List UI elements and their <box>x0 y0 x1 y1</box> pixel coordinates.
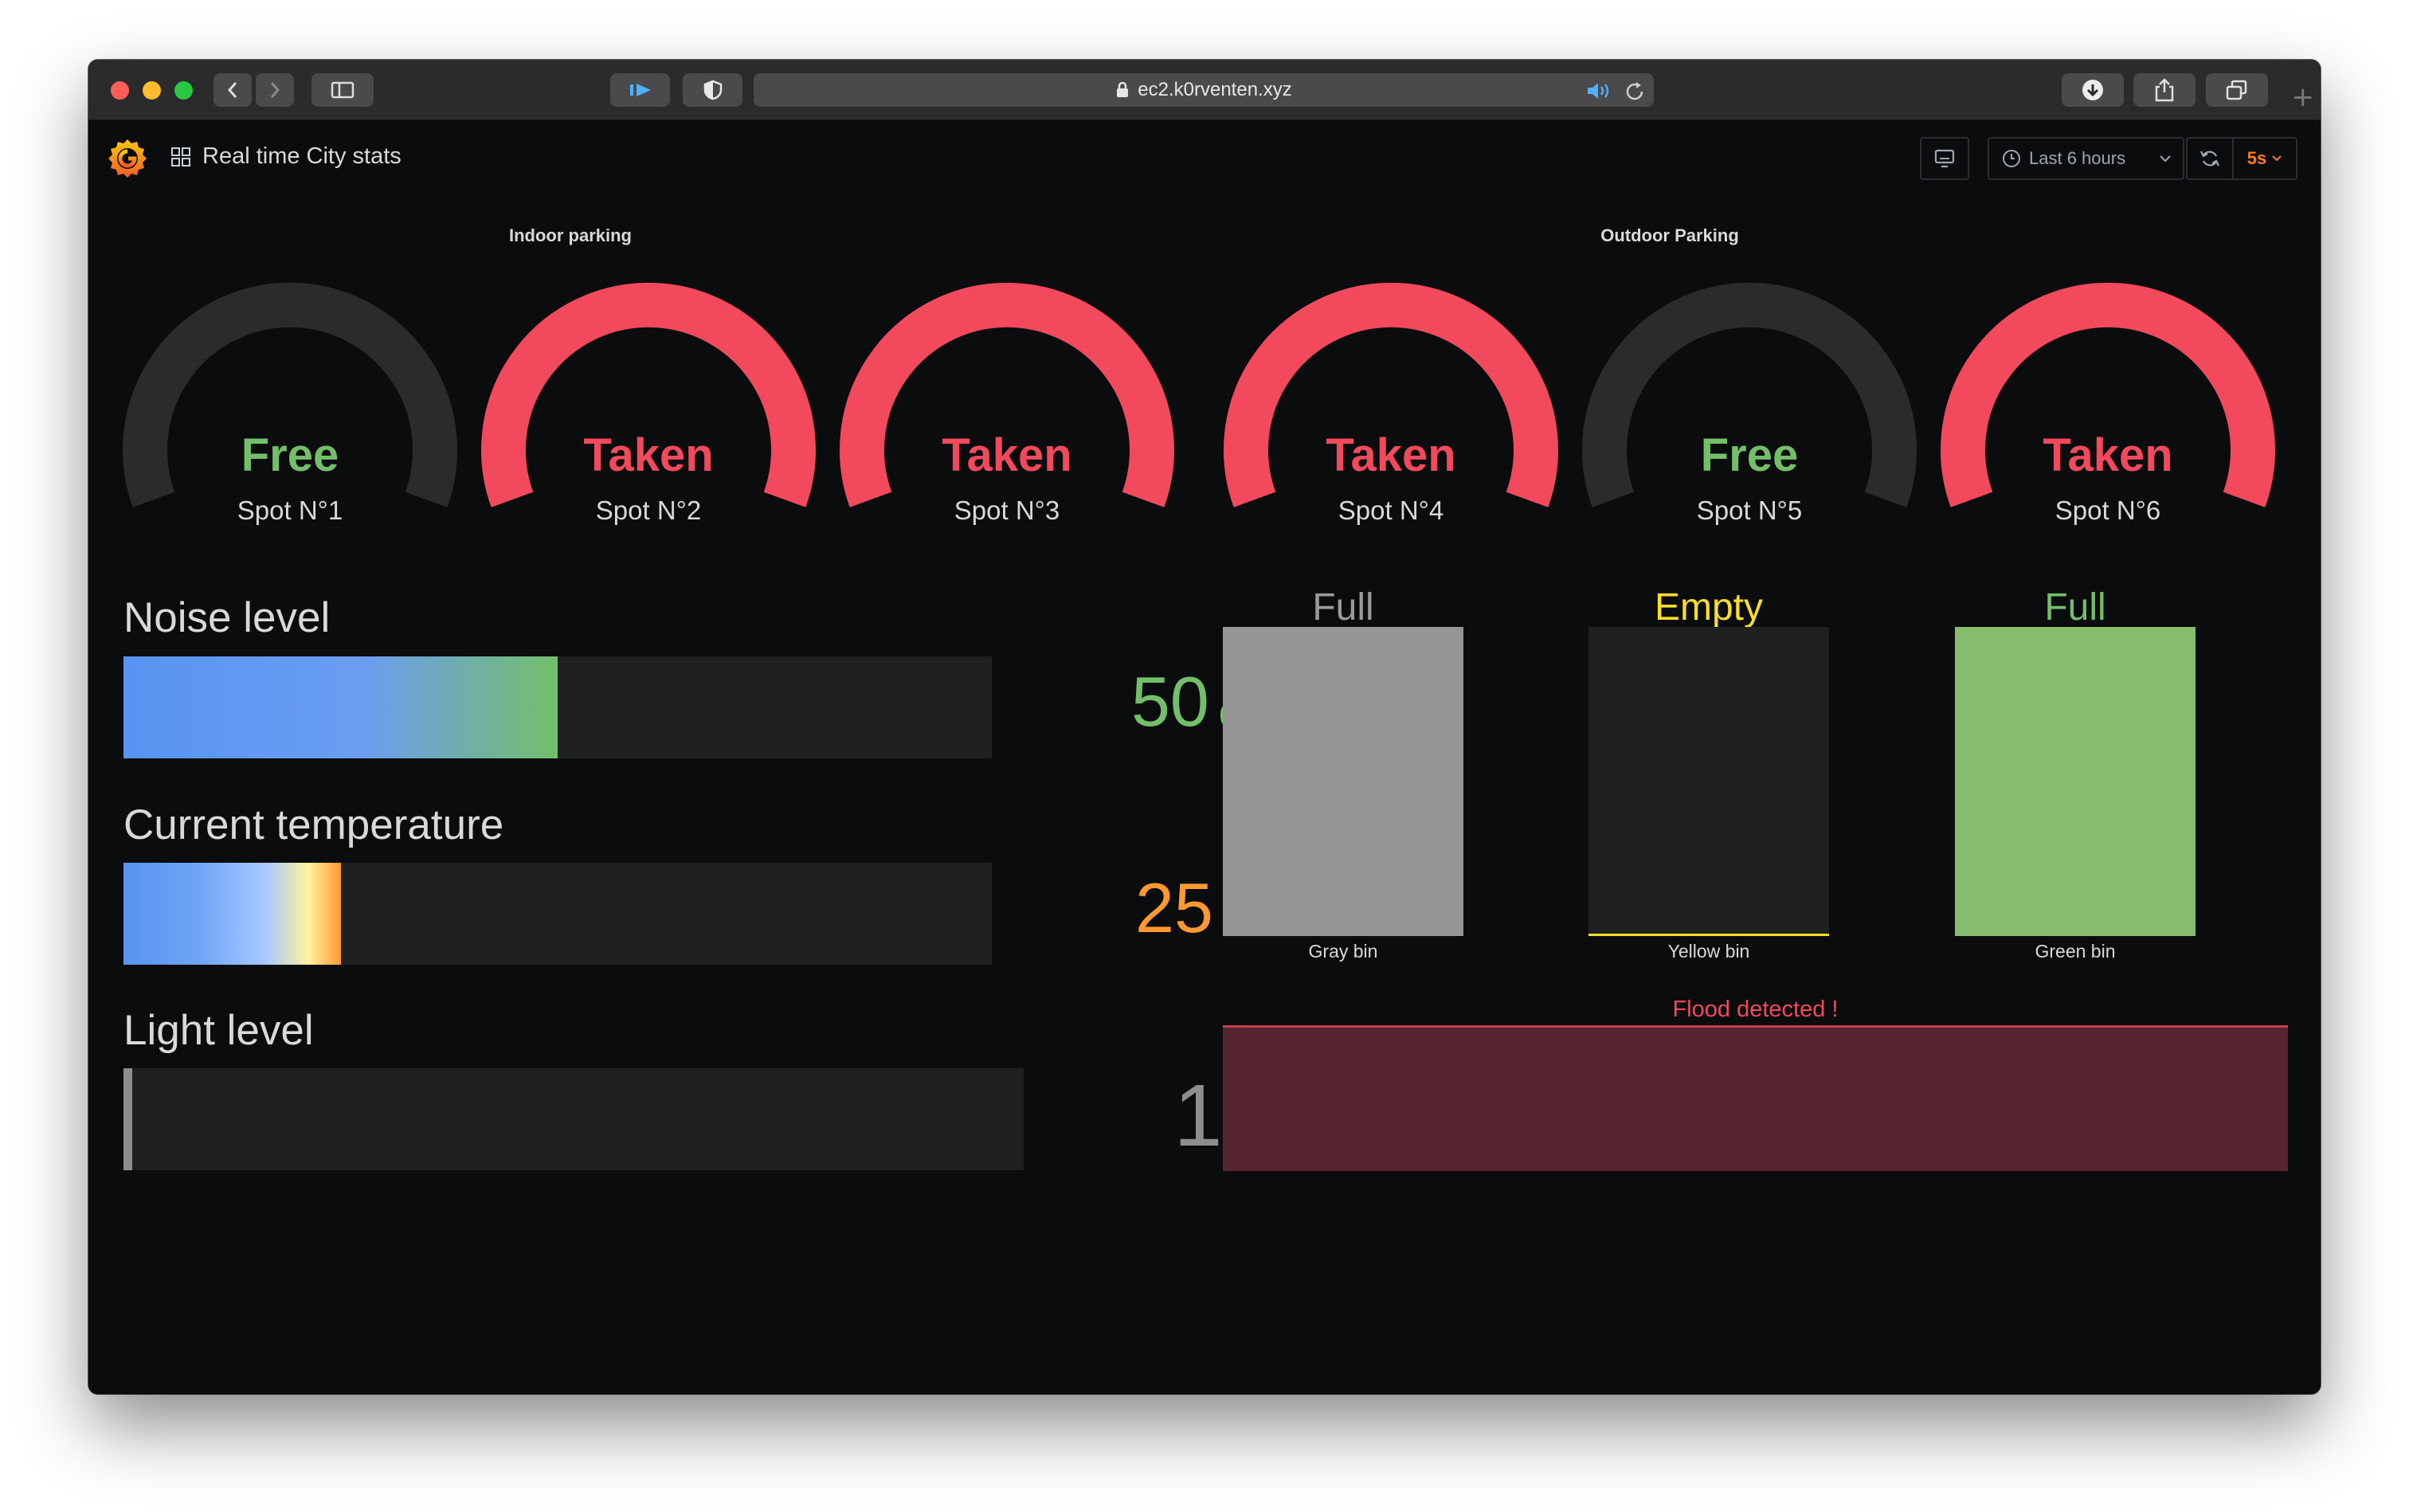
noise-value-number: 50 <box>1130 662 1209 741</box>
tabs-overview-button[interactable] <box>2206 73 2268 107</box>
chevron-down-icon <box>2160 155 2171 163</box>
parking-gauge-spot-3: Taken Spot N°3 <box>832 279 1182 574</box>
minimize-window-button[interactable] <box>143 81 161 100</box>
parking-spot-label: Spot N°6 <box>2055 496 2161 525</box>
back-button[interactable] <box>213 73 252 107</box>
bin-level-fill <box>1955 627 2196 936</box>
light-value-number: 1 <box>1173 1067 1223 1165</box>
flood-alert-panel <box>1223 1025 2288 1171</box>
sidebar-icon <box>331 81 354 99</box>
parking-spot-label: Spot N°1 <box>237 496 343 525</box>
url-text: ec2.k0rventen.xyz <box>1138 79 1292 100</box>
parking-status-value: Taken <box>583 429 714 481</box>
lock-icon <box>1117 81 1129 97</box>
time-range-label: Last 6 hours <box>2029 148 2126 168</box>
refresh-interval-picker[interactable]: 5s <box>2232 137 2297 180</box>
new-tab-icon[interactable]: + <box>2292 84 2315 111</box>
parking-gauge-spot-1: Free Spot N°1 <box>115 279 465 574</box>
reload-icon[interactable] <box>1624 80 1647 103</box>
light-level-bar <box>123 1068 1024 1170</box>
downloads-button[interactable] <box>2062 73 2124 107</box>
sidebar-toggle-button[interactable] <box>311 73 374 107</box>
parking-status-value: Taken <box>942 429 1072 481</box>
indoor-parking-title: Indoor parking <box>509 225 632 245</box>
download-icon <box>2082 80 2103 100</box>
bin-label: Green bin <box>2035 941 2116 962</box>
refresh-interval-label: 5s <box>2246 148 2267 168</box>
bin-level-box <box>1223 627 1463 936</box>
dashboard-grid-icon <box>171 147 190 166</box>
address-bar[interactable]: ec2.k0rventen.xyz <box>754 73 1654 107</box>
share-button[interactable] <box>2133 73 2196 107</box>
bin-level-fill <box>1223 627 1463 936</box>
light-level-fill <box>123 1068 133 1170</box>
shield-icon <box>703 80 722 100</box>
noise-level-fill <box>123 656 558 758</box>
dashboard-title-link[interactable]: Real time City stats <box>170 143 402 170</box>
parking-spot-label: Spot N°3 <box>954 496 1060 525</box>
chevron-right-icon <box>270 82 280 98</box>
bin-level-box <box>1955 627 2196 936</box>
browser-window: ec2.k0rventen.xyz + Real time City stats <box>88 60 2321 1394</box>
parking-spot-label: Spot N°5 <box>1696 496 1803 525</box>
bin-level-fill <box>1588 934 1829 936</box>
noise-level-title: Noise level <box>123 594 331 641</box>
bin-level-box <box>1588 627 1829 936</box>
bin-label: Gray bin <box>1308 941 1378 962</box>
outdoor-parking-title: Outdoor Parking <box>1600 225 1739 245</box>
noise-level-bar <box>123 656 992 758</box>
page-title: Real time City stats <box>202 143 402 169</box>
refresh-button[interactable] <box>2186 137 2234 180</box>
temperature-fill <box>123 863 341 965</box>
temperature-bar <box>123 863 992 965</box>
temperature-title: Current temperature <box>123 801 504 848</box>
forward-button[interactable] <box>256 73 294 107</box>
parking-gauge-spot-2: Taken Spot N°2 <box>473 279 824 574</box>
parking-gauge-spot-4: Taken Spot N°4 <box>1216 279 1566 574</box>
parking-status-value: Free <box>241 429 339 481</box>
parking-status-value: Taken <box>1326 429 1456 481</box>
browser-toolbar: ec2.k0rventen.xyz + <box>88 60 2321 120</box>
parking-spot-label: Spot N°4 <box>1338 496 1444 525</box>
bin-label: Yellow bin <box>1667 941 1750 962</box>
chevron-down-icon <box>2272 155 2282 162</box>
refresh-icon <box>2200 151 2219 166</box>
parking-gauge-spot-6: Taken Spot N°6 <box>1933 279 2283 574</box>
parking-gauge-spot-5: Free Spot N°5 <box>1574 279 1925 574</box>
media-button[interactable] <box>610 73 670 107</box>
chevron-left-icon <box>227 82 237 98</box>
parking-status-value: Taken <box>2043 429 2173 481</box>
clock-icon <box>2003 150 2020 167</box>
zoom-window-button[interactable] <box>174 81 193 100</box>
close-window-button[interactable] <box>111 81 129 100</box>
light-level-title: Light level <box>123 1007 314 1054</box>
parking-spot-label: Spot N°2 <box>595 496 702 525</box>
play-icon <box>629 84 651 96</box>
tabs-icon <box>2226 80 2247 100</box>
parking-status-value: Free <box>1700 429 1799 481</box>
bin-status: Empty <box>1654 586 1764 629</box>
time-range-picker[interactable]: Last 6 hours <box>1988 137 2184 180</box>
temperature-value-number: 25 <box>1135 868 1213 947</box>
speaker-icon[interactable] <box>1586 81 1615 100</box>
privacy-shield-button[interactable] <box>683 73 742 107</box>
tv-mode-button[interactable] <box>1920 137 1969 180</box>
flood-alert-title: Flood detected ! <box>1672 997 1839 1022</box>
share-icon <box>2155 78 2174 102</box>
grafana-logo[interactable] <box>106 136 149 183</box>
bin-status: Full <box>1312 586 1374 629</box>
bin-status: Full <box>2044 586 2106 629</box>
monitor-icon <box>1934 149 1955 168</box>
